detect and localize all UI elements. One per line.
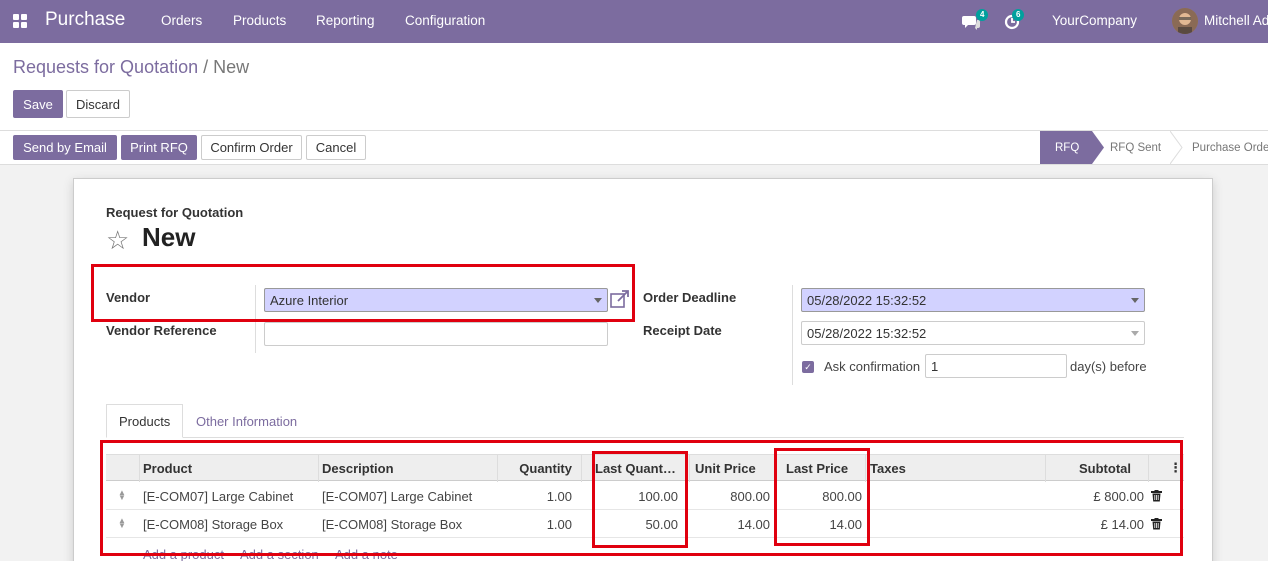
receipt-date-field[interactable]: 05/28/2022 15:32:52 [801, 321, 1145, 345]
table-header: Product Description Quantity Last Quant…… [106, 454, 1184, 482]
cell-unit-price[interactable]: 800.00 [730, 489, 770, 504]
cell-last-price: 800.00 [822, 489, 862, 504]
breadcrumb-parent[interactable]: Requests for Quotation [13, 57, 198, 77]
activities-button[interactable]: 6 [1004, 9, 1030, 32]
order-deadline-field[interactable]: 05/28/2022 15:32:52 [801, 288, 1145, 312]
menu-configuration[interactable]: Configuration [405, 13, 485, 28]
column-taxes[interactable]: Taxes [870, 461, 906, 476]
form-subtitle: Request for Quotation [106, 205, 244, 220]
add-product-link[interactable]: Add a product [143, 547, 224, 561]
cell-subtotal: £ 14.00 [1100, 517, 1144, 532]
vendor-label: Vendor [106, 290, 151, 305]
menu-products[interactable]: Products [233, 13, 286, 28]
discard-button[interactable]: Discard [66, 90, 130, 118]
document-name: New [142, 222, 196, 252]
messages-count-badge: 4 [976, 9, 989, 21]
vendor-field[interactable]: Azure Interior [264, 288, 608, 312]
cell-subtotal: £ 800.00 [1093, 489, 1144, 504]
add-note-link[interactable]: Add a note [335, 547, 398, 561]
vendor-reference-field[interactable] [264, 322, 608, 346]
cell-last-quantity: 50.00 [645, 517, 678, 532]
cell-description[interactable]: [E-COM08] Storage Box [322, 517, 462, 532]
cell-product[interactable]: [E-COM08] Storage Box [143, 517, 283, 532]
confirmation-days-input[interactable]: 1 [925, 354, 1067, 378]
cell-product[interactable]: [E-COM07] Large Cabinet [143, 489, 293, 504]
chevron-down-icon[interactable] [594, 298, 602, 303]
stage-rfq-sent[interactable]: RFQ Sent [1110, 131, 1170, 164]
print-rfq-button[interactable]: Print RFQ [121, 135, 197, 160]
column-last-quantity[interactable]: Last Quant… [595, 461, 676, 476]
order-deadline-label: Order Deadline [643, 290, 737, 305]
drag-handle-icon[interactable]: ▲ ▼ [118, 517, 126, 530]
column-subtotal[interactable]: Subtotal [1079, 461, 1131, 476]
cell-description[interactable]: [E-COM07] Large Cabinet [322, 489, 472, 504]
column-product[interactable]: Product [143, 461, 192, 476]
group-divider-right [792, 285, 793, 385]
control-panel: Requests for Quotation / New Save Discar… [0, 43, 1268, 131]
activities-count-badge: 6 [1012, 9, 1025, 21]
cell-last-quantity: 100.00 [638, 489, 678, 504]
stage-arrow-active [1092, 131, 1104, 164]
tab-other-information[interactable]: Other Information [184, 404, 309, 438]
vendor-reference-label: Vendor Reference [106, 323, 217, 338]
optional-columns-icon[interactable]: ⋮ [1169, 460, 1182, 476]
column-unit-price[interactable]: Unit Price [695, 461, 756, 476]
ask-confirmation-checkbox[interactable]: ✓ [802, 361, 814, 373]
menu-orders[interactable]: Orders [161, 13, 202, 28]
confirm-order-button[interactable]: Confirm Order [201, 135, 302, 160]
table-row[interactable]: ▲ ▼ [E-COM08] Storage Box [E-COM08] Stora… [106, 510, 1184, 538]
column-description[interactable]: Description [322, 461, 394, 476]
cancel-button[interactable]: Cancel [306, 135, 366, 160]
user-avatar[interactable] [1172, 8, 1198, 34]
chevron-down-icon[interactable] [1131, 298, 1139, 303]
days-before-label: day(s) before [1070, 359, 1147, 374]
menu-reporting[interactable]: Reporting [316, 13, 375, 28]
messages-button[interactable]: 4 [962, 9, 989, 32]
tab-products[interactable]: Products [106, 404, 184, 438]
cell-last-price: 14.00 [829, 517, 862, 532]
receipt-date-value: 05/28/2022 15:32:52 [807, 326, 927, 341]
add-section-link[interactable]: Add a section [240, 547, 319, 561]
cell-unit-price[interactable]: 14.00 [737, 517, 770, 532]
company-switcher[interactable]: YourCompany [1052, 13, 1137, 28]
trash-icon[interactable] [1151, 490, 1162, 502]
receipt-date-label: Receipt Date [643, 323, 722, 338]
save-button[interactable]: Save [13, 90, 63, 118]
group-divider [255, 285, 256, 353]
external-link-icon[interactable] [610, 290, 630, 308]
app-name: Purchase [45, 9, 126, 30]
trash-icon[interactable] [1151, 518, 1162, 530]
cell-quantity[interactable]: 1.00 [547, 489, 572, 504]
column-last-price[interactable]: Last Price [786, 461, 848, 476]
star-icon[interactable]: ☆ [106, 225, 129, 256]
stage-purchase-order[interactable]: Purchase Orde [1192, 131, 1268, 164]
stage-arrow [1170, 131, 1183, 164]
cell-quantity[interactable]: 1.00 [547, 517, 572, 532]
column-quantity[interactable]: Quantity [519, 461, 572, 476]
stage-rfq[interactable]: RFQ [1040, 131, 1092, 164]
breadcrumb-current: New [213, 57, 250, 77]
user-menu[interactable]: Mitchell Adı [1204, 13, 1268, 28]
app-menu-icon[interactable] [13, 14, 27, 28]
chevron-down-icon[interactable] [1131, 331, 1139, 336]
breadcrumb: Requests for Quotation / New [13, 57, 249, 78]
status-bar: Send by Email Print RFQ Confirm Order Ca… [0, 131, 1268, 165]
table-row[interactable]: ▲ ▼ [E-COM07] Large Cabinet [E-COM07] Lar… [106, 482, 1184, 510]
form-sheet: Request for Quotation ☆ New Vendor Azure… [73, 178, 1213, 561]
drag-handle-icon[interactable]: ▲ ▼ [118, 489, 126, 502]
top-navbar: Purchase Orders Products Reporting Confi… [0, 0, 1268, 43]
vendor-value: Azure Interior [270, 293, 349, 308]
order-deadline-value: 05/28/2022 15:32:52 [807, 293, 927, 308]
send-by-email-button[interactable]: Send by Email [13, 135, 117, 160]
breadcrumb-separator: / [203, 57, 209, 77]
ask-confirmation-label: Ask confirmation [824, 359, 921, 374]
